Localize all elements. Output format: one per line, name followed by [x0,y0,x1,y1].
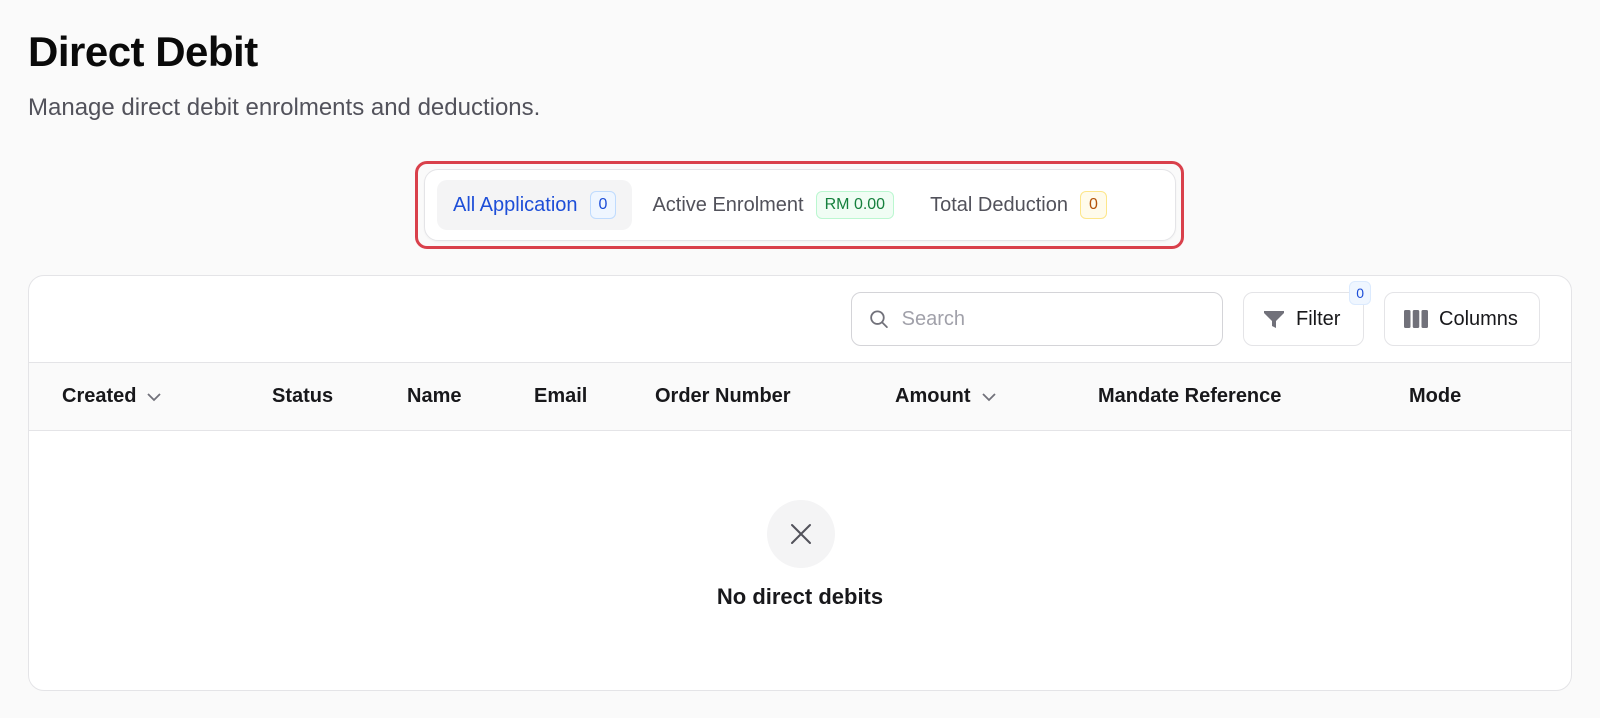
tab-label: Total Deduction [930,193,1068,216]
columns-icon [1404,310,1428,328]
tab-count-badge: 0 [589,191,617,219]
close-icon [791,524,811,544]
tab-all-application[interactable]: All Application 0 [437,180,633,230]
filter-button-label: Filter [1296,307,1341,330]
funnel-icon [1264,311,1284,328]
direct-debit-table-card: Filter 0 Columns Created Status [28,275,1572,691]
tab-label: All Application [453,193,578,216]
filter-count-badge: 0 [1349,281,1371,305]
column-header-label: Mode [1409,385,1462,407]
page-subtitle: Manage direct debit enrolments and deduc… [28,94,541,121]
search-input[interactable] [901,307,1206,331]
chevron-down-icon [147,392,162,401]
column-header-label: Status [272,385,334,407]
columns-button-label: Columns [1439,307,1518,330]
column-header-name: Name [407,363,461,430]
search-icon [870,310,888,329]
column-header-label: Email [534,385,588,407]
filter-button[interactable]: Filter 0 [1243,281,1371,346]
chevron-down-icon [981,392,996,401]
column-header-label: Order Number [655,385,791,407]
tab-total-deduction[interactable]: Total Deduction 0 [914,180,1123,230]
column-header-mode: Mode [1409,363,1461,430]
column-header-email: Email [534,363,587,430]
column-header-label: Name [407,385,462,407]
column-header-status: Status [272,363,333,430]
column-header-amount[interactable]: Amount [895,363,997,430]
search-box[interactable] [851,292,1223,346]
tab-active-enrolment[interactable]: Active Enrolment RM 0.00 [636,180,910,230]
tab-amount-badge: RM 0.00 [815,191,895,219]
tab-label: Active Enrolment [652,193,804,216]
page: Direct Debit Manage direct debit enrolme… [0,0,1600,718]
empty-state-icon-circle [767,500,835,568]
table-toolbar: Filter 0 Columns [29,276,1571,362]
column-header-order-number: Order Number [655,363,791,430]
table-header: Created Status Name Email Order Number A… [29,362,1571,431]
page-title: Direct Debit [28,28,258,75]
empty-state-message: No direct debits [716,584,884,609]
columns-button[interactable]: Columns [1384,292,1540,346]
tab-count-badge: 0 [1079,191,1107,219]
column-header-label: Created [62,385,137,407]
column-header-mandate-reference: Mandate Reference [1098,363,1281,430]
column-header-label: Mandate Reference [1098,385,1282,407]
tab-bar: All Application 0 Active Enrolment RM 0.… [424,169,1176,241]
column-header-label: Amount [895,385,971,407]
column-header-created[interactable]: Created [62,363,162,430]
